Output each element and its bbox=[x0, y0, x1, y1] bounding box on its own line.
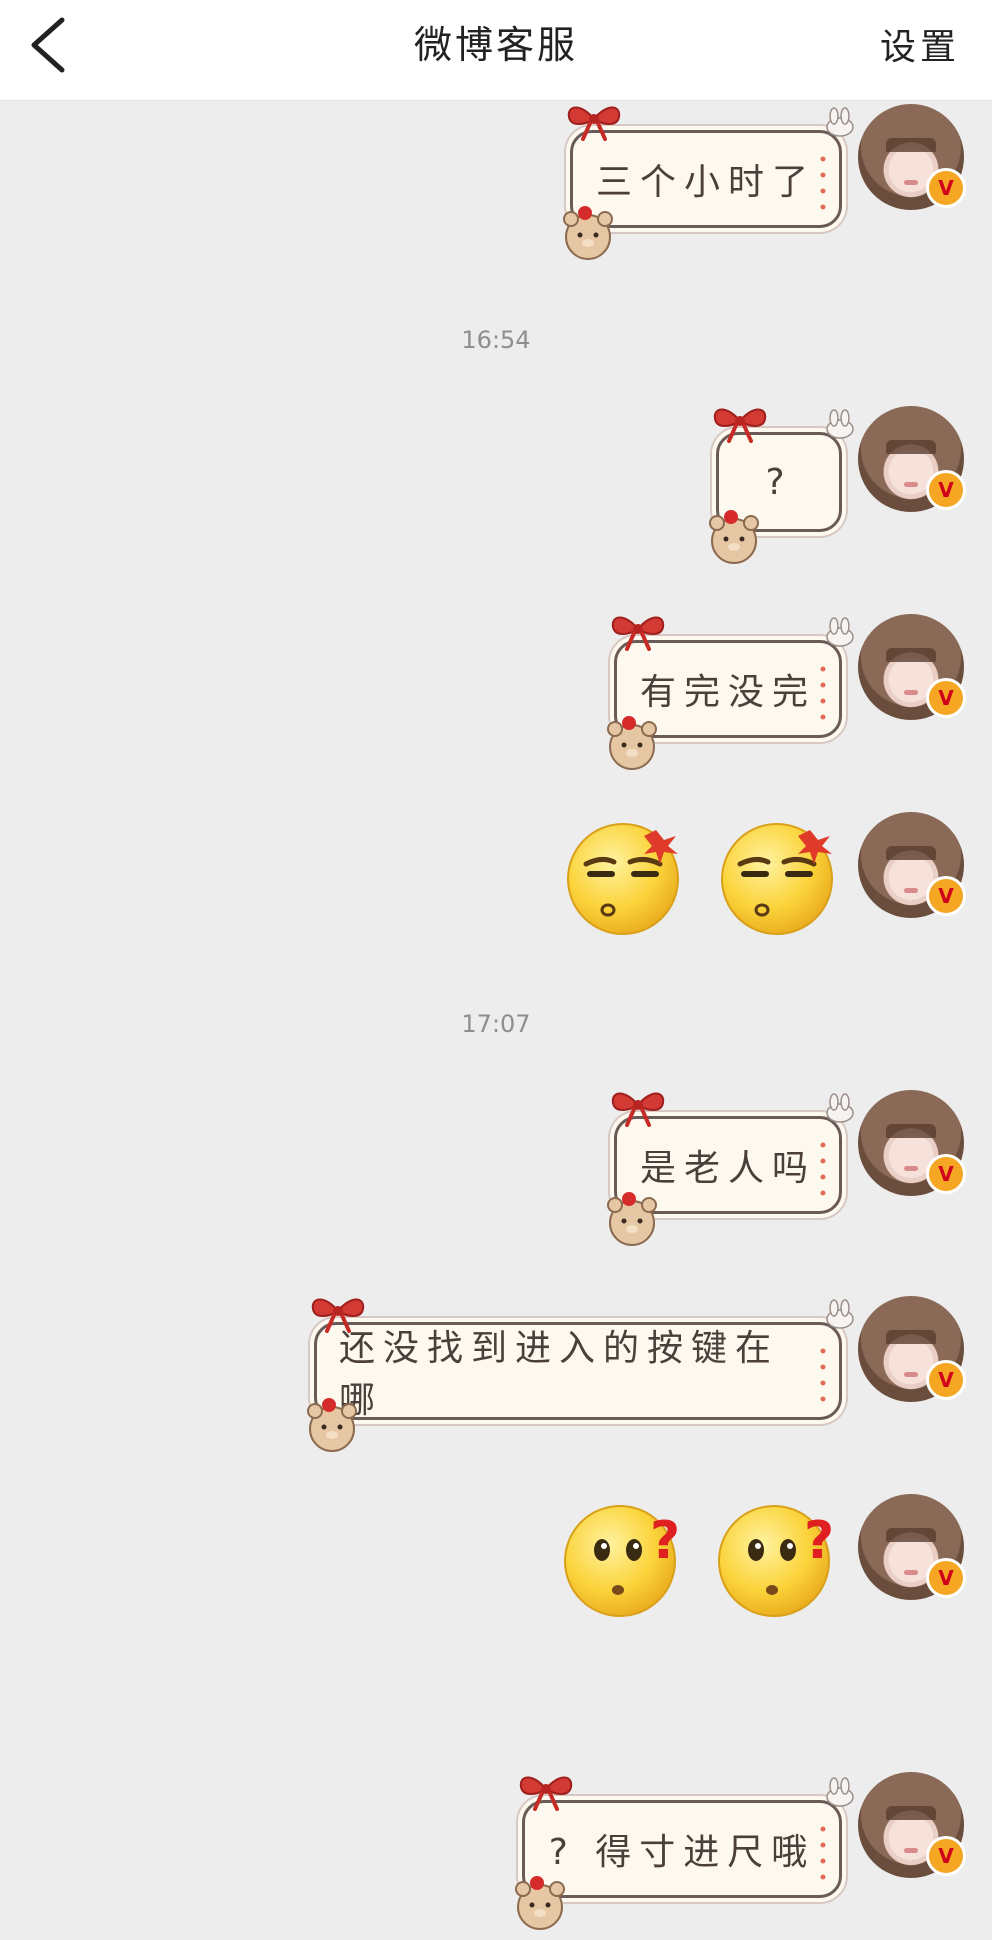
svg-text:?: ? bbox=[650, 1511, 680, 1571]
message-text: 是老人吗 bbox=[639, 1148, 816, 1189]
annoyed-face-icon[interactable] bbox=[564, 818, 682, 936]
verified-badge-icon: V bbox=[926, 1154, 966, 1194]
message-bubble[interactable]: ? 得寸进尺哦 bbox=[515, 1775, 854, 1930]
verified-badge-icon: V bbox=[926, 1558, 966, 1598]
annoyed-face-icon[interactable] bbox=[718, 818, 836, 936]
verified-badge-icon: V bbox=[926, 678, 966, 718]
avatar[interactable]: V bbox=[858, 1296, 966, 1402]
dots-decoration-icon bbox=[820, 1142, 826, 1196]
bear-icon bbox=[515, 1875, 565, 1930]
bow-icon bbox=[610, 615, 666, 651]
avatar[interactable]: V bbox=[858, 614, 966, 720]
dots-decoration-icon bbox=[820, 1348, 826, 1402]
dots-decoration-icon bbox=[820, 156, 826, 210]
message-text: 有完没完 bbox=[639, 672, 816, 713]
message-bubble[interactable]: 是老人吗 bbox=[607, 1091, 854, 1246]
verified-badge-icon: V bbox=[926, 168, 966, 208]
message-bubble[interactable]: 有完没完 bbox=[607, 615, 854, 770]
page-title: 微博客服 bbox=[413, 23, 578, 67]
avatar[interactable]: V bbox=[858, 406, 966, 512]
timestamp: 17:07 bbox=[461, 1010, 531, 1038]
verified-badge-icon: V bbox=[926, 470, 966, 510]
dots-decoration-icon bbox=[820, 1826, 826, 1880]
verified-badge-icon: V bbox=[926, 1836, 966, 1876]
bunny-icon bbox=[826, 617, 854, 647]
dots-decoration-icon bbox=[820, 666, 826, 720]
bow-icon bbox=[610, 1091, 666, 1127]
bunny-icon bbox=[826, 1299, 854, 1329]
confused-face-icon[interactable]: ? bbox=[564, 1500, 682, 1618]
confused-face-icon[interactable]: ? bbox=[718, 1500, 836, 1618]
message-bubble[interactable]: 三个小时了 bbox=[563, 105, 854, 260]
avatar[interactable]: V bbox=[858, 1090, 966, 1196]
bear-icon bbox=[563, 205, 613, 260]
bunny-icon bbox=[826, 107, 854, 137]
bunny-icon bbox=[826, 1777, 854, 1807]
bunny-icon bbox=[826, 409, 854, 439]
timestamp: 16:54 bbox=[461, 326, 531, 354]
bow-icon bbox=[712, 407, 768, 443]
verified-badge-icon: V bbox=[926, 876, 966, 916]
message-text: 三个小时了 bbox=[595, 162, 816, 203]
message-text: ? bbox=[765, 461, 793, 503]
message-text: ? 得寸进尺哦 bbox=[548, 1832, 816, 1873]
svg-text:?: ? bbox=[804, 1511, 834, 1571]
bear-icon bbox=[607, 715, 657, 770]
message-bubble[interactable]: ? bbox=[709, 407, 854, 564]
message-bubble[interactable]: 还没找到进入的按键在哪 bbox=[307, 1297, 854, 1452]
avatar[interactable]: V bbox=[858, 104, 966, 210]
bear-icon bbox=[607, 1191, 657, 1246]
bear-icon bbox=[709, 509, 759, 564]
message-text: 还没找到进入的按键在哪 bbox=[339, 1328, 780, 1421]
verified-badge-icon: V bbox=[926, 1360, 966, 1400]
bunny-icon bbox=[826, 1093, 854, 1123]
avatar[interactable]: V bbox=[858, 1772, 966, 1878]
bow-icon bbox=[310, 1297, 366, 1333]
nav-bar: 微博客服 设置 bbox=[0, 0, 992, 101]
avatar[interactable]: V bbox=[858, 812, 966, 918]
bear-icon bbox=[307, 1397, 357, 1452]
settings-button[interactable]: 设置 bbox=[880, 18, 960, 70]
bow-icon bbox=[518, 1775, 574, 1811]
bow-icon bbox=[566, 105, 622, 141]
avatar[interactable]: V bbox=[858, 1494, 966, 1600]
